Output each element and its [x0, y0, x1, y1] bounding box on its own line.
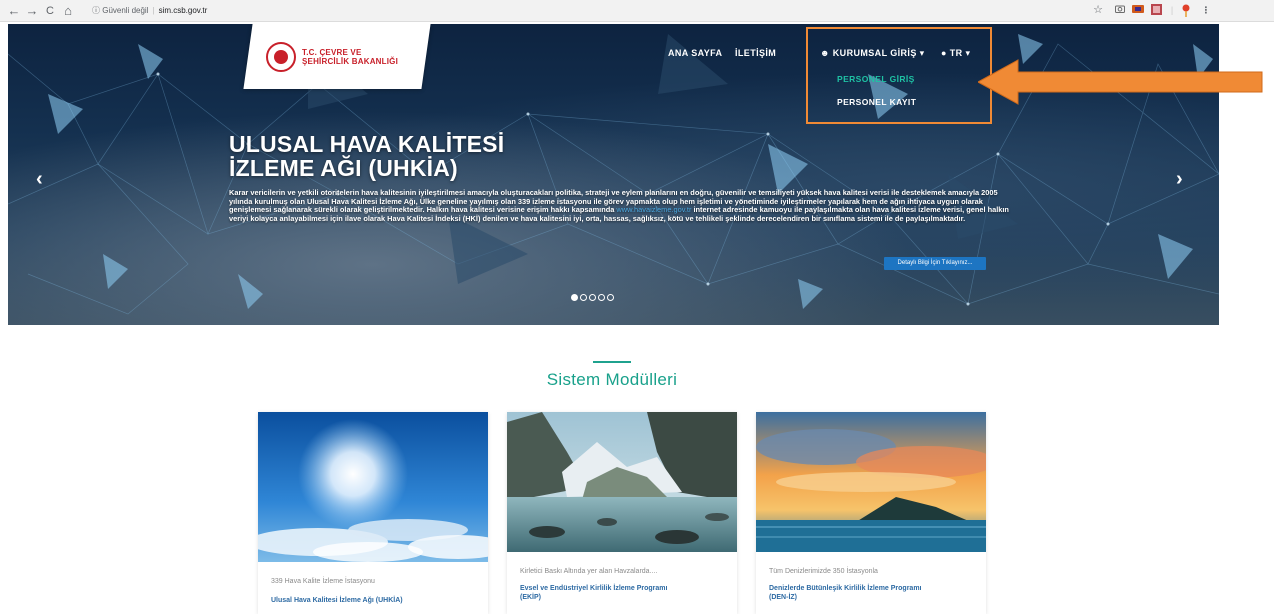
section-title: Sistem Modülleri — [546, 370, 678, 389]
forward-icon[interactable]: → — [24, 3, 40, 19]
slider-prev-icon[interactable]: ‹ — [36, 169, 43, 189]
module-card-deniz[interactable]: Tüm Denizlerimizde 350 İstasyonla Denizl… — [756, 412, 986, 614]
slider-dot[interactable] — [589, 294, 596, 301]
url-text: sim.csb.gov.tr — [158, 6, 208, 15]
logo-line-2: ŞEHİRCİLİK BAKANLIĞI — [302, 57, 398, 66]
hero-description: Karar vericilerin ve yetkili otoriteleri… — [229, 188, 1019, 224]
hero-title-line-1: ULUSAL HAVA KALİTESİ — [229, 131, 505, 157]
card-title[interactable]: Denizlerde Bütünleşik Kirlilik İzleme Pr… — [769, 584, 974, 593]
card-image — [756, 412, 986, 552]
security-indicator[interactable]: ⓘ Güvenli değil — [92, 6, 148, 15]
card-subtitle: Tüm Denizlerimizde 350 İstasyonla — [769, 568, 878, 575]
annotation-arrow-icon — [978, 59, 1263, 105]
reload-icon[interactable]: C — [42, 3, 58, 19]
bookmark-star-icon[interactable]: ☆ — [1092, 4, 1104, 17]
extension-icon[interactable] — [1150, 4, 1162, 17]
slider-dot[interactable] — [580, 294, 587, 301]
dropdown-staff-register[interactable]: PERSONEL KAYIT — [837, 96, 916, 108]
slider-pagination — [571, 294, 614, 301]
card-title[interactable]: Evsel ve Endüstriyel Kirlilik İzleme Pro… — [520, 584, 725, 593]
hero-title: ULUSAL HAVA KALİTESİ İZLEME AĞI (UHKİA) — [229, 132, 504, 180]
card-subtitle: 339 Hava Kalite İzleme İstasyonu — [271, 578, 375, 585]
card-image — [258, 412, 488, 562]
hero-title-line-2: İZLEME AĞI (UHKİA) — [229, 155, 458, 181]
camera-extension-icon[interactable] — [1114, 4, 1126, 17]
toolbar-divider: | — [1170, 5, 1174, 15]
nav-contact-link[interactable]: İLETİŞİM — [735, 46, 776, 60]
address-bar[interactable]: ⓘ Güvenli değil | sim.csb.gov.tr — [92, 3, 207, 19]
slider-dot[interactable] — [598, 294, 605, 301]
dropdown-staff-login[interactable]: PERSONEL GİRİŞ — [837, 73, 915, 85]
slider-dot[interactable] — [607, 294, 614, 301]
browser-menu-icon[interactable]: ⋮ — [1200, 4, 1212, 17]
nav-home-link[interactable]: ANA SAYFA — [668, 46, 722, 60]
card-subtitle: Kirletici Baskı Altında yer alan Havzala… — [520, 568, 658, 575]
module-card-ekip[interactable]: Kirletici Baskı Altında yer alan Havzala… — [507, 412, 737, 614]
card-title[interactable]: Ulusal Hava Kalitesi İzleme Ağı (UHKİA) — [271, 596, 476, 605]
browser-toolbar: ← → C ⌂ ⓘ Güvenli değil | sim.csb.gov.tr ☆… — [0, 0, 1274, 22]
card-title-abbrev[interactable]: (EKİP) — [520, 593, 725, 602]
module-card-uhkia[interactable]: 339 Hava Kalite İzleme İstasyonu Ulusal … — [258, 412, 488, 614]
section-divider — [593, 361, 631, 363]
detail-info-button[interactable]: Detaylı Bilgi İçin Tıklayınız... — [884, 257, 986, 270]
card-image — [507, 412, 737, 552]
extension-icon[interactable] — [1132, 4, 1144, 17]
ministry-emblem-icon — [266, 42, 296, 72]
home-icon[interactable]: ⌂ — [60, 3, 76, 19]
back-icon[interactable]: ← — [6, 3, 22, 19]
slider-next-icon[interactable]: › — [1176, 169, 1183, 189]
ministry-logo[interactable]: T.C. ÇEVRE VE ŞEHİRCİLİK BAKANLIĞI — [266, 37, 398, 77]
slider-dot[interactable] — [571, 294, 578, 301]
logo-line-1: T.C. ÇEVRE VE — [302, 48, 362, 57]
pin-extension-icon[interactable] — [1180, 4, 1192, 17]
card-title-abbrev[interactable]: (DEN-İZ) — [769, 593, 974, 602]
